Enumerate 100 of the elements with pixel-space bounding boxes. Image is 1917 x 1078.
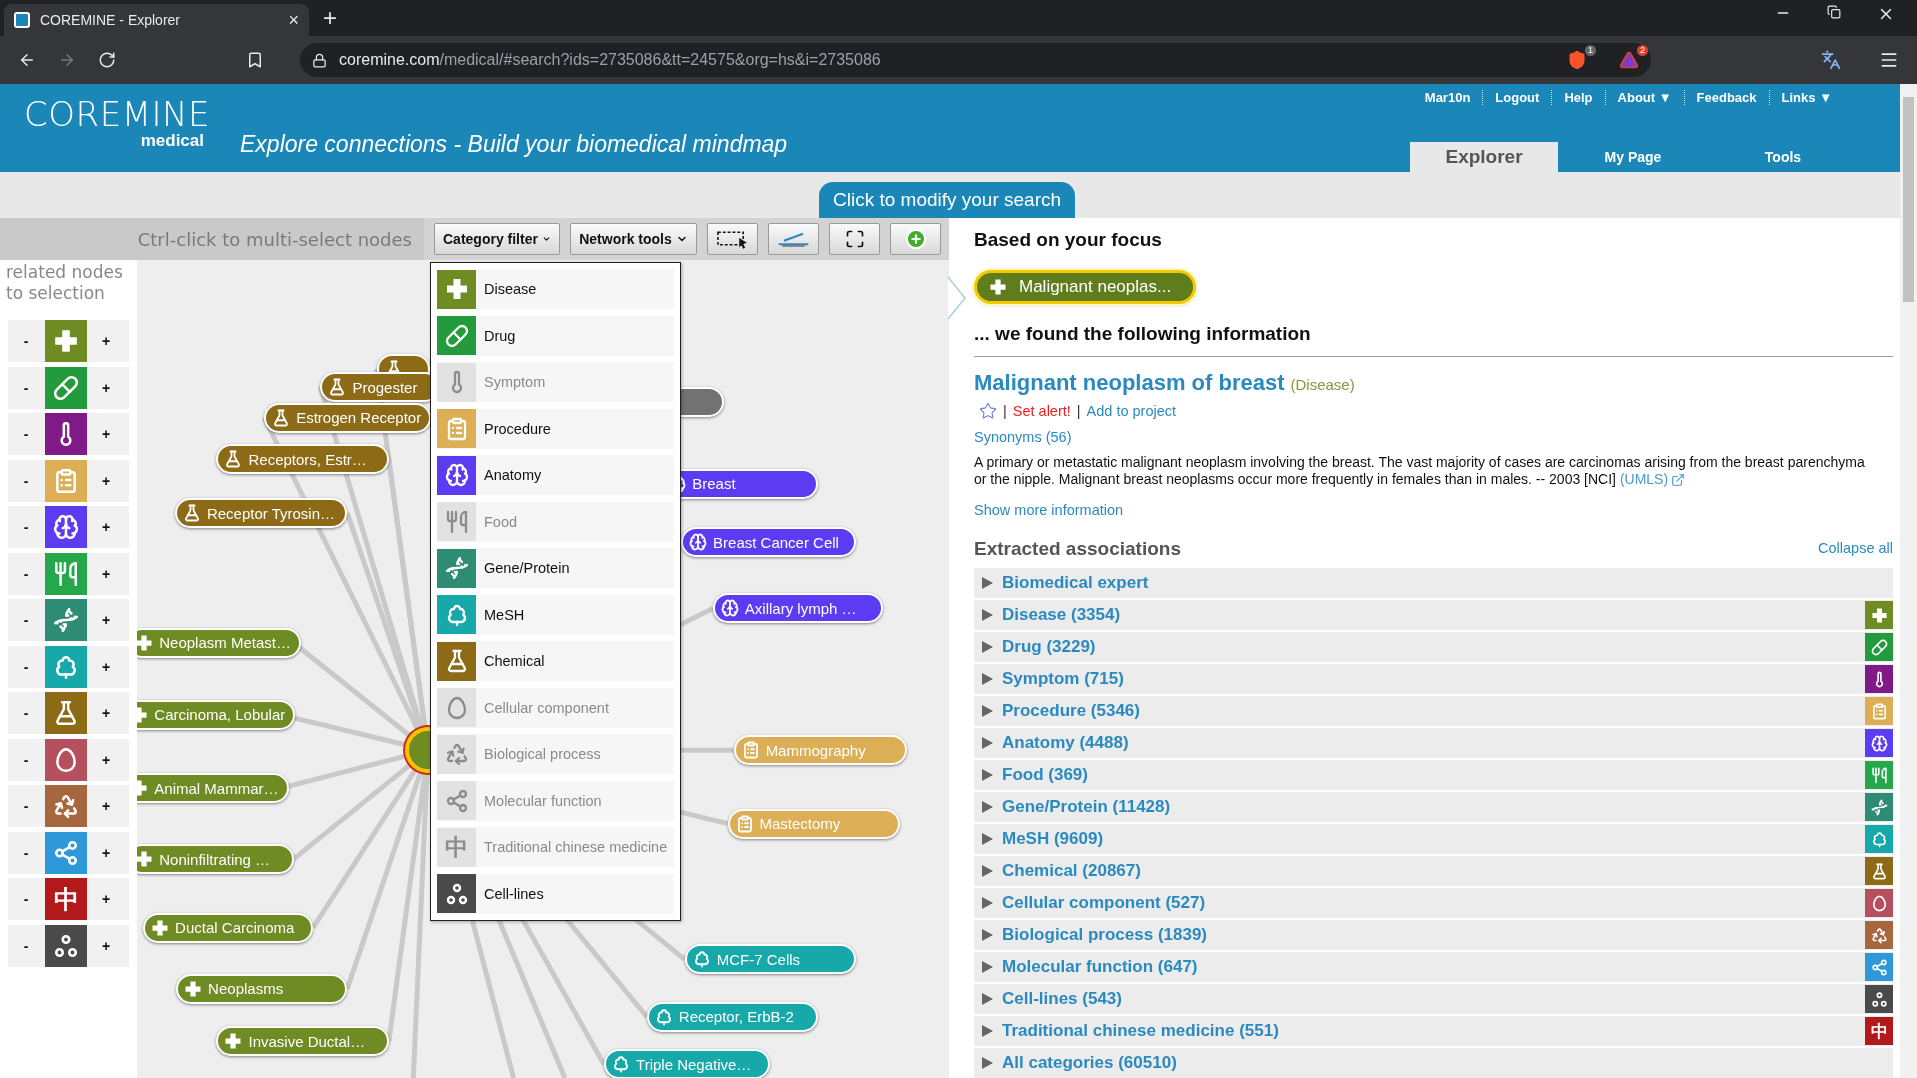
address-field[interactable]: coremine.com/medical/#search?ids=2735086&tt=24575&org=hs&i=2735086 1 2: [300, 43, 1651, 77]
tool-button[interactable]: [829, 223, 880, 255]
add-button[interactable]: +: [101, 891, 111, 907]
remove-button[interactable]: -: [23, 798, 29, 814]
association-row[interactable]: Traditional chinese medicine (551) 中: [974, 1016, 1893, 1046]
add-button[interactable]: +: [101, 844, 111, 861]
category-menu-item[interactable]: Chemical: [437, 641, 674, 681]
concept-title[interactable]: Malignant neoplasm of breast: [974, 369, 1285, 397]
association-row[interactable]: Cell-lines (543): [974, 984, 1893, 1014]
header-link[interactable]: Help: [1551, 90, 1605, 105]
nav-tab[interactable]: Explorer: [1410, 142, 1558, 172]
network-node[interactable]: Estrogen Receptor: [264, 402, 432, 433]
remove-button[interactable]: -: [23, 891, 29, 907]
category-menu-item[interactable]: Drug: [437, 315, 674, 356]
remove-button[interactable]: -: [23, 472, 29, 489]
network-node[interactable]: Receptors, Estr…: [216, 444, 389, 475]
add-button[interactable]: +: [101, 798, 111, 814]
category-menu-item[interactable]: Symptom: [437, 362, 674, 402]
category-menu-item[interactable]: Gene/Protein: [437, 548, 674, 588]
association-row[interactable]: Biological process (1839): [974, 920, 1893, 950]
category-menu-item[interactable]: MeSH: [437, 594, 674, 635]
network-node[interactable]: Animal Mammar…: [137, 773, 289, 804]
header-link[interactable]: About ▼: [1604, 90, 1684, 105]
network-node[interactable]: MCF-7 Cells: [684, 944, 856, 975]
network-node[interactable]: Receptor, ErbB-2: [646, 1001, 818, 1032]
association-row[interactable]: Anatomy (4488): [974, 728, 1893, 758]
category-menu-item[interactable]: Molecular function: [437, 780, 674, 821]
add-button[interactable]: +: [101, 519, 111, 535]
category-menu-item[interactable]: Anatomy: [437, 455, 674, 495]
network-node[interactable]: Neoplasms: [176, 973, 348, 1004]
add-button[interactable]: +: [101, 751, 111, 768]
network-node[interactable]: Ductal Carcinoma: [143, 912, 314, 943]
association-row[interactable]: Biomedical expert: [974, 568, 1893, 598]
browser-tab[interactable]: COREMINE - Explorer ×: [4, 4, 309, 36]
show-more-link[interactable]: Show more information: [974, 500, 1124, 520]
header-link[interactable]: Mar10n: [1412, 90, 1483, 105]
add-button[interactable]: +: [101, 705, 111, 721]
reload-icon[interactable]: [98, 51, 116, 69]
remove-button[interactable]: -: [23, 426, 29, 442]
network-node[interactable]: Neoplasm Metast…: [137, 627, 301, 658]
add-button[interactable]: +: [101, 658, 111, 675]
network-node[interactable]: Receptor Tyrosin…: [174, 498, 348, 529]
association-row[interactable]: Chemical (20867): [974, 856, 1893, 886]
category-menu-item[interactable]: 中 Traditional chinese medicine: [437, 827, 674, 867]
synonyms-link[interactable]: Synonyms (56): [974, 427, 1072, 447]
remove-button[interactable]: -: [23, 612, 29, 628]
translate-icon[interactable]: [1821, 50, 1841, 70]
shield-icon[interactable]: [1567, 50, 1587, 70]
association-row[interactable]: Gene/Protein (11428): [974, 792, 1893, 822]
scrollbar-track[interactable]: [1900, 84, 1917, 1078]
triangle-icon[interactable]: [1619, 50, 1639, 70]
header-link[interactable]: Feedback: [1683, 90, 1769, 105]
category-menu-item[interactable]: Cellular component: [437, 687, 674, 728]
header-link[interactable]: Logout: [1482, 90, 1552, 105]
tab-close-button[interactable]: ×: [288, 11, 299, 29]
add-button[interactable]: +: [101, 565, 111, 582]
category-menu-item[interactable]: Disease: [437, 269, 674, 309]
add-button[interactable]: +: [101, 379, 111, 396]
network-node[interactable]: Carcinoma, Lobular: [137, 699, 296, 730]
add-button[interactable]: +: [101, 472, 111, 489]
add-button[interactable]: +: [101, 612, 111, 628]
focus-node[interactable]: Malignant neoplas...: [974, 270, 1197, 304]
nav-tab[interactable]: My Page: [1558, 142, 1708, 172]
association-row[interactable]: Symptom (715): [974, 664, 1893, 694]
network-node[interactable]: Axillary lymph …: [712, 593, 883, 624]
remove-button[interactable]: -: [23, 565, 29, 582]
network-node[interactable]: Noninfiltrating …: [137, 844, 294, 875]
remove-button[interactable]: -: [23, 705, 29, 721]
category-menu-item[interactable]: Biological process: [437, 734, 674, 774]
category-menu-item[interactable]: Cell-lines: [437, 873, 674, 914]
remove-button[interactable]: -: [23, 751, 29, 768]
network-node[interactable]: Invasive Ductal…: [216, 1026, 389, 1057]
add-button[interactable]: +: [101, 426, 111, 442]
remove-button[interactable]: -: [23, 844, 29, 861]
association-row[interactable]: Molecular function (647): [974, 952, 1893, 982]
network-node[interactable]: Breast Cancer Cell: [681, 527, 856, 558]
scrollbar-thumb[interactable]: [1903, 97, 1914, 302]
association-row[interactable]: Disease (3354): [974, 600, 1893, 630]
association-row[interactable]: Drug (3229): [974, 632, 1893, 662]
remove-button[interactable]: -: [23, 658, 29, 675]
association-row[interactable]: MeSH (9609): [974, 824, 1893, 854]
remove-button[interactable]: -: [23, 519, 29, 535]
header-link[interactable]: Links ▼: [1768, 90, 1844, 105]
new-tab-button[interactable]: +: [323, 6, 337, 30]
logo-text[interactable]: COREMINE: [24, 96, 210, 132]
add-button[interactable]: +: [101, 333, 111, 349]
menu-icon[interactable]: [1879, 50, 1899, 70]
add-to-project-link[interactable]: Add to project: [1086, 403, 1177, 419]
set-alert-link[interactable]: Set alert!: [1012, 403, 1071, 419]
dropdown-button[interactable]: Category filter: [434, 223, 560, 255]
remove-button[interactable]: -: [23, 333, 29, 349]
category-menu-item[interactable]: Food: [437, 501, 674, 542]
back-icon[interactable]: [18, 51, 36, 69]
bookmark-icon[interactable]: [246, 51, 264, 69]
restore-icon[interactable]: [1827, 5, 1841, 19]
association-row[interactable]: Cellular component (527): [974, 888, 1893, 918]
association-row[interactable]: All categories (60510): [974, 1048, 1893, 1078]
star-icon[interactable]: [979, 402, 997, 420]
remove-button[interactable]: -: [23, 379, 29, 396]
association-row[interactable]: Food (369): [974, 760, 1893, 790]
